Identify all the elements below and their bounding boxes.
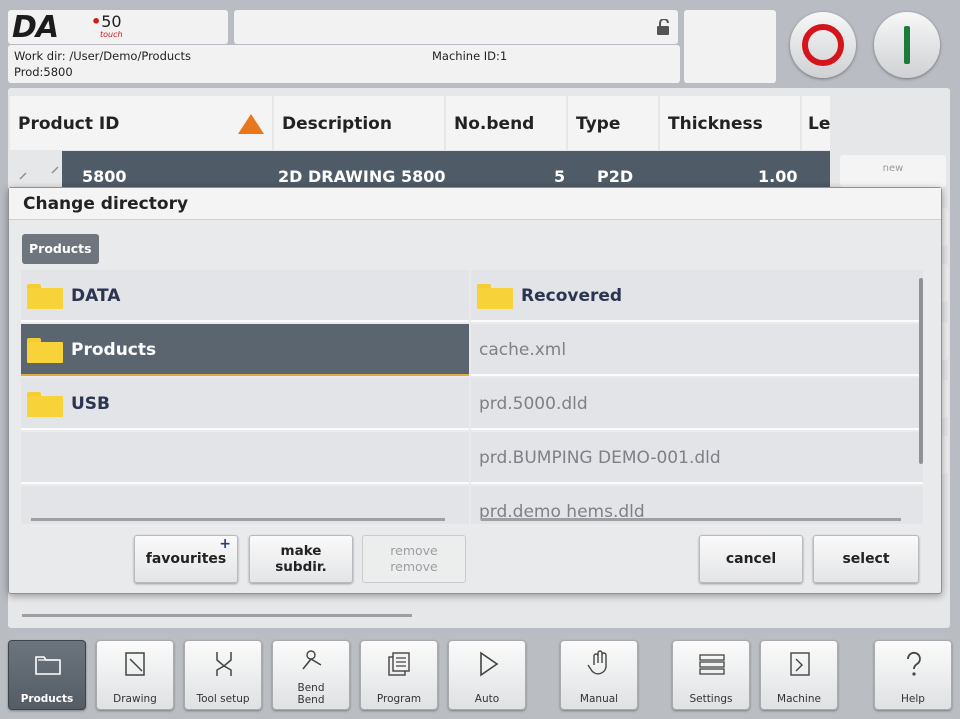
row-handle[interactable] (10, 151, 62, 187)
work-dir: Work dir: /User/Demo/Products (14, 49, 191, 63)
table-row[interactable]: 5800 2D DRAWING 5800 5 P2D 1.00 (62, 151, 830, 187)
cell-thickness: 1.00 (758, 167, 798, 186)
folder-icon (27, 338, 63, 363)
file-item[interactable]: prd.5000.dld (471, 378, 923, 430)
favourites-button[interactable]: favourites + (134, 535, 238, 583)
new-button[interactable]: new (840, 155, 946, 187)
plus-icon: + (219, 536, 231, 552)
stop-icon (802, 24, 844, 66)
table-scrollbar[interactable] (22, 614, 412, 617)
help-icon (907, 651, 921, 676)
folder-item-data[interactable]: DATA (21, 270, 469, 322)
file-item[interactable]: cache.xml (471, 324, 923, 376)
table-header: Product ID Description No.bend Type Thic… (10, 96, 830, 150)
header-side-panel (684, 10, 776, 83)
file-list-scrollbar[interactable] (919, 278, 923, 464)
sort-ascending-icon (238, 114, 264, 134)
program-icon (388, 652, 410, 676)
file-list-hscrollbar[interactable] (481, 518, 901, 521)
start-icon (904, 26, 910, 64)
machine-icon (790, 652, 810, 676)
cancel-button[interactable]: cancel (699, 535, 803, 583)
folder-icon (27, 392, 63, 417)
folder-item-usb[interactable]: USB (21, 378, 469, 430)
folder-item-products[interactable]: Products (21, 324, 469, 376)
info-bar: Work dir: /User/Demo/Products Prod:5800 … (8, 45, 680, 83)
model-number: •50 (91, 12, 122, 31)
status-bar (234, 10, 678, 44)
make-subdir-button[interactable]: make subdir. (249, 535, 353, 583)
col-no-bend[interactable]: No.bend (446, 96, 566, 150)
change-directory-dialog: Change directory Products DATA Products … (8, 187, 942, 594)
nav-help[interactable]: Help (874, 640, 952, 710)
nav-auto[interactable]: Auto (448, 640, 526, 710)
col-thickness[interactable]: Thickness (660, 96, 800, 150)
nav-manual[interactable]: Manual (560, 640, 638, 710)
file-list: Recovered cache.xml prd.5000.dld prd.BUM… (471, 270, 923, 524)
nav-products[interactable]: Products (8, 640, 86, 710)
machine-id: Machine ID:1 (432, 49, 508, 63)
play-icon (480, 651, 499, 677)
bend-icon (302, 650, 322, 670)
nav-bend[interactable]: Bend Bend (272, 640, 350, 710)
pencil-icon (125, 652, 145, 676)
nav-drawing[interactable]: Drawing (96, 640, 174, 710)
corner-arrows-icon (19, 166, 59, 180)
cell-type: P2D (597, 167, 634, 186)
col-product-id[interactable]: Product ID (10, 96, 272, 150)
col-description[interactable]: Description (274, 96, 444, 150)
remove-button[interactable]: remove remove (362, 535, 466, 583)
start-button[interactable] (874, 12, 940, 78)
folder-icon (35, 656, 61, 675)
current-product: Prod:5800 (14, 65, 73, 79)
folder-icon (27, 284, 63, 309)
breadcrumb[interactable]: Products (22, 234, 99, 264)
model-sub: touch (100, 30, 123, 39)
select-button[interactable]: select (813, 535, 919, 583)
file-item-recovered[interactable]: Recovered (471, 270, 923, 322)
nav-program[interactable]: Program (360, 640, 438, 710)
hand-icon (587, 650, 607, 675)
col-type[interactable]: Type (568, 96, 658, 150)
logo-text: DA (12, 10, 59, 45)
tool-icon (216, 652, 232, 676)
stop-button[interactable] (790, 12, 856, 78)
logo: DA •50 touch (8, 10, 228, 45)
nav-machine[interactable]: Machine (760, 640, 838, 710)
cell-description: 2D DRAWING 5800 (278, 167, 446, 186)
col-length[interactable]: Le (802, 96, 830, 150)
folder-icon (477, 284, 513, 309)
file-item[interactable]: prd.BUMPING DEMO-001.dld (471, 432, 923, 484)
folder-item-empty (21, 432, 469, 484)
nav-tool-setup[interactable]: Tool setup (184, 640, 262, 710)
nav-settings[interactable]: Settings (672, 640, 750, 710)
folder-list: DATA Products USB (21, 270, 469, 524)
cell-product-id: 5800 (82, 167, 127, 186)
unlock-icon (657, 19, 669, 35)
settings-icon (699, 654, 725, 675)
cell-no-bend: 5 (554, 167, 566, 186)
folder-list-scrollbar[interactable] (31, 518, 445, 521)
dialog-title: Change directory (9, 188, 941, 220)
